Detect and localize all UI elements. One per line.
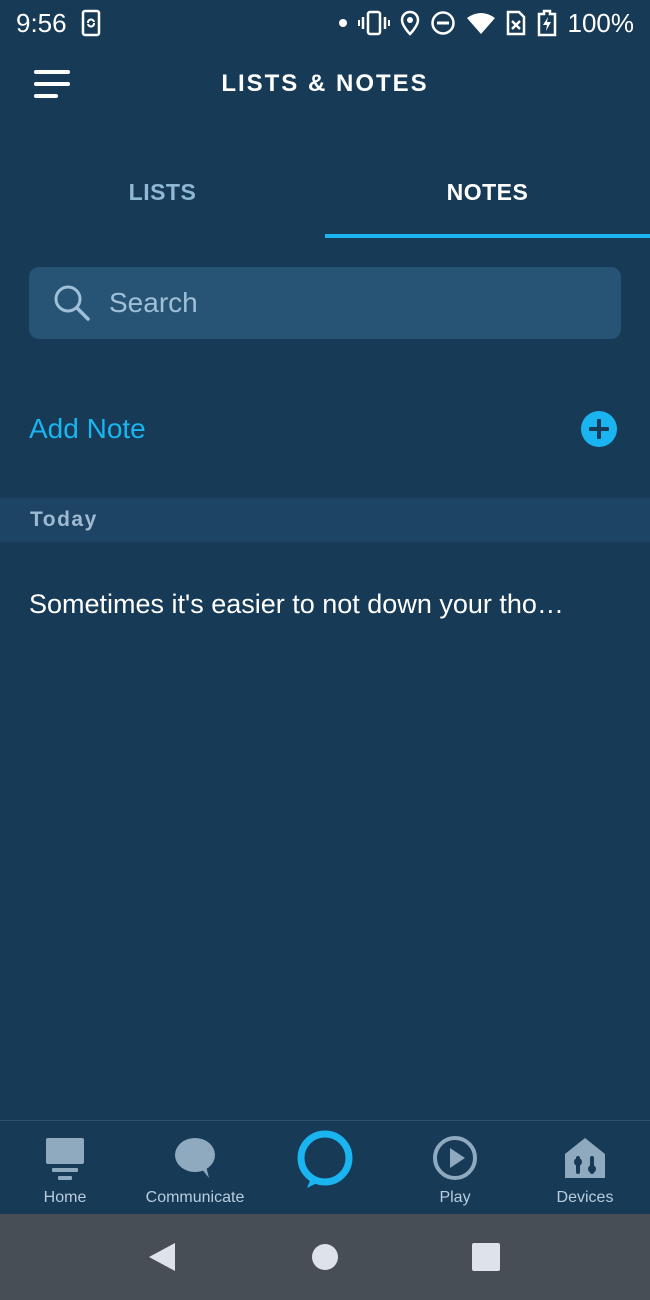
vibrate-icon [357, 10, 390, 36]
search-box[interactable] [29, 267, 621, 339]
no-sim-icon [506, 10, 526, 36]
search-input[interactable] [107, 286, 591, 320]
note-text: Sometimes it's easier to not down your t… [29, 589, 564, 619]
section-title: Today [30, 508, 98, 531]
recents-icon[interactable] [471, 1242, 501, 1272]
alexa-icon [297, 1130, 353, 1188]
do-not-disturb-icon [430, 10, 456, 36]
nav-label-communicate: Communicate [145, 1189, 245, 1206]
nav-item-play[interactable]: Play [390, 1121, 520, 1215]
chat-bubble-icon [175, 1138, 215, 1178]
status-left: 9:56 [16, 8, 101, 39]
status-bar: 9:56 100% [0, 0, 650, 46]
notification-dot-icon [338, 18, 348, 28]
wifi-icon [466, 11, 496, 35]
nav-item-devices[interactable]: Devices [520, 1121, 650, 1215]
tab-notes[interactable]: NOTES [325, 150, 650, 240]
nav-label-play: Play [439, 1189, 471, 1206]
system-nav-bar [0, 1214, 650, 1300]
status-right: 100% [338, 7, 635, 39]
nav-label-home: Home [43, 1189, 87, 1206]
menu-button[interactable] [28, 62, 76, 106]
note-item[interactable]: Sometimes it's easier to not down your t… [0, 562, 650, 646]
play-icon [433, 1136, 477, 1180]
location-icon [400, 10, 420, 36]
hamburger-menu-icon [34, 70, 70, 98]
tab-lists[interactable]: LISTS [0, 150, 325, 240]
tab-bar: LISTS NOTES [0, 150, 650, 240]
page-title: LISTS & NOTES [221, 70, 429, 97]
battery-percent: 100% [567, 7, 635, 38]
section-header-today: Today [0, 498, 650, 542]
add-note-link[interactable]: Add Note [29, 386, 146, 472]
add-note-plus-icon[interactable] [581, 411, 617, 447]
home-circle-icon[interactable] [310, 1242, 340, 1272]
nav-label-devices: Devices [556, 1189, 614, 1206]
home-icon [46, 1138, 84, 1180]
phone-sync-icon [81, 9, 101, 37]
nav-item-home[interactable]: Home [0, 1121, 130, 1215]
bottom-nav: Home Communicate Play Devices [0, 1120, 650, 1214]
status-time: 9:56 [16, 7, 67, 38]
add-note-row[interactable]: Add Note [0, 386, 650, 472]
app-bar: LISTS & NOTES [0, 46, 650, 122]
battery-charging-icon [536, 9, 558, 37]
nav-item-communicate[interactable]: Communicate [130, 1121, 260, 1215]
nav-item-alexa[interactable] [260, 1121, 390, 1215]
back-icon[interactable] [147, 1242, 177, 1272]
search-icon [54, 285, 90, 321]
devices-icon [565, 1138, 605, 1178]
